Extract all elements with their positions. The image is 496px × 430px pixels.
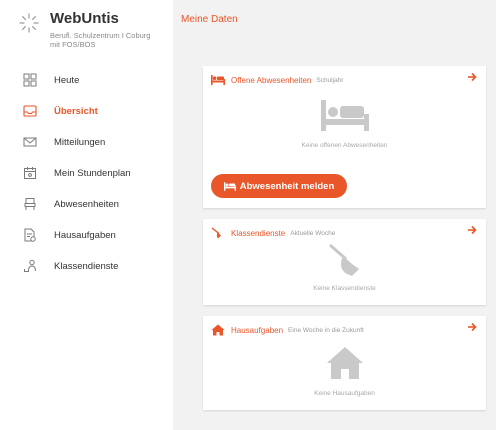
main-content: Meine Daten Offene Abwesenheiten Schulja…	[173, 0, 496, 430]
broom-icon	[328, 243, 359, 276]
card-subtitle: Schuljahr	[316, 76, 344, 84]
sidebar-item-label: Mitteilungen	[54, 137, 106, 148]
arrow-right-icon[interactable]	[467, 224, 477, 236]
sidebar-item-label: Mein Stundenplan	[54, 168, 131, 179]
broom-icon	[211, 227, 221, 239]
sidebar-item-stundenplan[interactable]: Mein Stundenplan	[0, 161, 173, 187]
duties-card-header[interactable]: Klassendienste Aktuelle Woche	[211, 226, 335, 240]
card-subtitle: Eine Woche in die Zukunft	[288, 326, 364, 334]
report-absence-label: Abwesenheit melden	[239, 180, 335, 192]
homework-card-header[interactable]: Hausaufgaben Eine Woche in die Zukunft	[211, 323, 364, 337]
card-title: Hausaufgaben	[231, 325, 284, 335]
empty-state-text: Keine Klassendienste	[313, 285, 376, 292]
empty-state-text: Keine Hausaufgaben	[314, 390, 375, 397]
bed-icon	[320, 100, 369, 131]
school-name: Berufl. Schulzentrum I Coburg mit FOS/BO…	[50, 31, 168, 49]
homework-card: Hausaufgaben Eine Woche in die Zukunft K…	[203, 316, 486, 410]
home-icon	[326, 347, 363, 379]
empty-state-text: Keine offenen Abwesenheiten	[301, 142, 388, 149]
bed-icon	[24, 198, 36, 210]
calendar-icon	[24, 167, 36, 179]
absences-card: Offene Abwesenheiten Schuljahr Keine off…	[203, 66, 486, 208]
bed-icon	[211, 75, 225, 85]
sidebar-item-klassendienste[interactable]: Klassendienste	[0, 254, 173, 280]
absences-card-header[interactable]: Offene Abwesenheiten Schuljahr	[211, 73, 343, 87]
home-icon	[211, 324, 225, 336]
sidebar-item-uebersicht[interactable]: Übersicht	[0, 99, 173, 125]
sidebar-item-heute[interactable]: Heute	[0, 68, 173, 94]
sidebar-item-abwesenheiten[interactable]: Abwesenheiten	[0, 192, 173, 218]
envelope-icon	[23, 137, 37, 147]
card-subtitle: Aktuelle Woche	[290, 229, 336, 237]
page-title: Meine Daten	[181, 14, 238, 25]
school-name-line2: mit FOS/BOS	[50, 40, 96, 49]
bed-icon	[223, 181, 236, 191]
person-icon	[24, 259, 36, 272]
sidebar-item-label: Hausaufgaben	[54, 230, 116, 241]
sidebar: WebUntis Berufl. Schulzentrum I Coburg m…	[0, 0, 173, 430]
webuntis-logo-icon	[19, 13, 39, 33]
grid-icon	[23, 73, 37, 87]
sidebar-item-mitteilungen[interactable]: Mitteilungen	[0, 130, 173, 156]
report-absence-button[interactable]: Abwesenheit melden	[211, 174, 347, 198]
duties-card: Klassendienste Aktuelle Woche Keine Klas…	[203, 219, 486, 305]
arrow-right-icon[interactable]	[467, 71, 477, 83]
sidebar-item-label: Heute	[54, 75, 80, 86]
card-title: Offene Abwesenheiten	[231, 75, 312, 85]
homework-icon	[24, 228, 36, 242]
arrow-right-icon[interactable]	[467, 321, 477, 333]
brand[interactable]: WebUntis Berufl. Schulzentrum I Coburg m…	[18, 10, 173, 54]
sidebar-item-label: Übersicht	[54, 106, 98, 117]
inbox-icon	[23, 105, 37, 117]
sidebar-item-label: Abwesenheiten	[54, 199, 119, 210]
brand-name: WebUntis	[50, 10, 119, 27]
school-name-line1: Berufl. Schulzentrum I Coburg	[50, 31, 151, 40]
sidebar-item-hausaufgaben[interactable]: Hausaufgaben	[0, 223, 173, 249]
card-title: Klassendienste	[231, 228, 286, 238]
sidebar-item-label: Klassendienste	[54, 261, 119, 272]
